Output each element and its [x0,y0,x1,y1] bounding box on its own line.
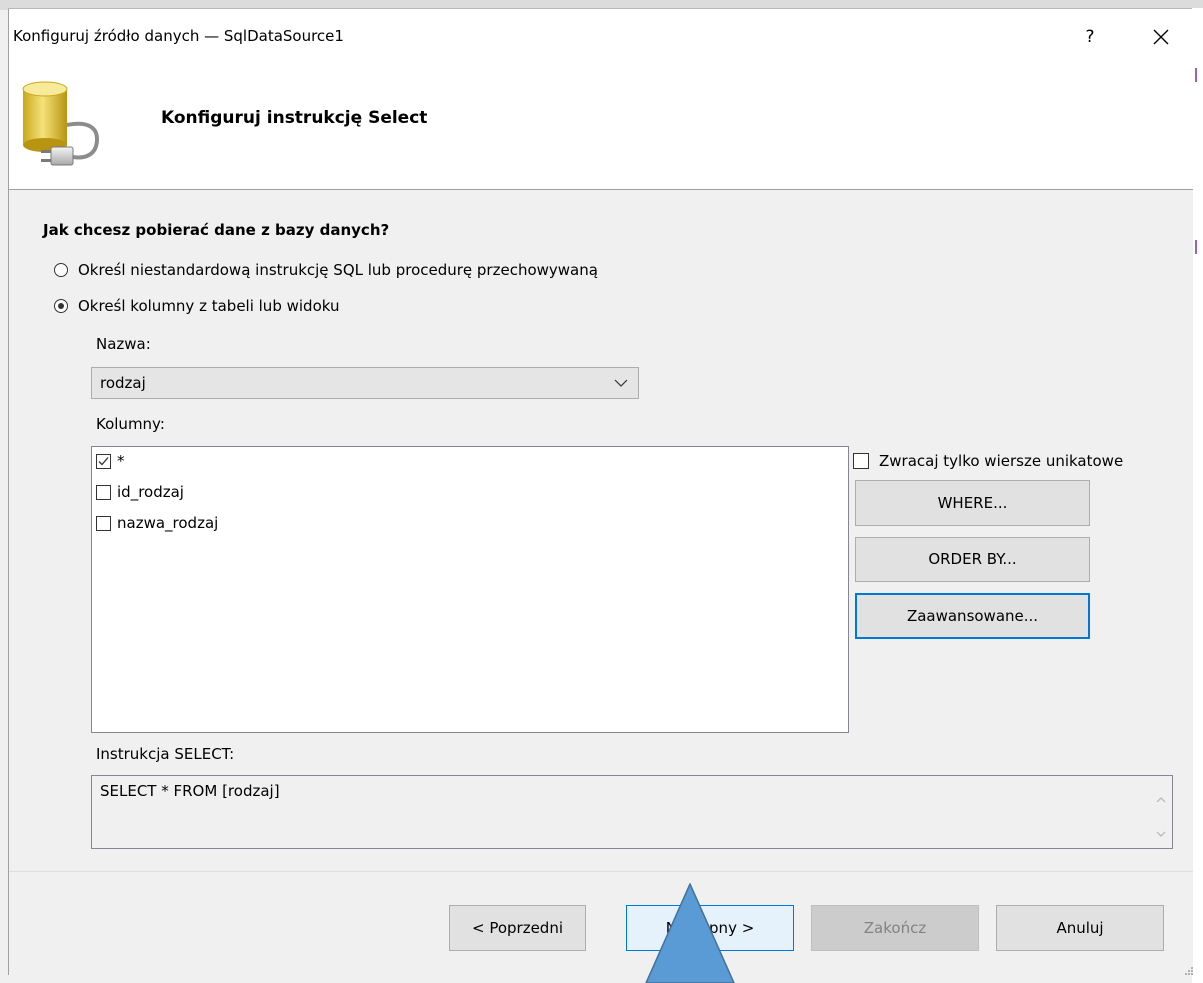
column-name: nazwa_rodzaj [117,514,219,532]
table-name-value: rodzaj [100,374,146,392]
column-item-star[interactable]: * [96,449,125,473]
columns-list[interactable]: * id_rodzaj nazwa_rodzaj [91,446,849,733]
previous-button[interactable]: < Poprzedni [449,905,586,951]
table-name-dropdown[interactable]: rodzaj [91,367,639,399]
column-item-nazwa-rodzaj[interactable]: nazwa_rodzaj [96,511,218,535]
finish-button[interactable]: Zakończ [811,905,979,951]
chevron-down-icon [614,379,628,387]
name-label: Nazwa: [96,335,151,353]
columns-label: Kolumny: [96,415,165,433]
pointer-arrow-icon [645,883,735,983]
page-heading: Konfiguruj instrukcję Select [161,108,428,128]
order-by-button[interactable]: ORDER BY... [855,537,1090,582]
wizard-header: Konfiguruj instrukcję Select [9,57,1193,190]
select-statement-box[interactable]: SELECT * FROM [rodzaj] [91,775,1173,849]
select-statement-scrollbar[interactable] [1150,776,1172,848]
select-statement-label: Instrukcja SELECT: [96,745,235,763]
where-button[interactable]: WHERE... [855,480,1090,526]
resize-grip-icon[interactable] [1184,966,1194,976]
advanced-button[interactable]: Zaawansowane... [855,593,1090,639]
dialog-title: Konfiguruj źródło danych — SqlDataSource… [13,27,344,45]
window: Konfiguruj źródło danych — SqlDataSource… [0,0,1203,983]
select-statement-text: SELECT * FROM [rodzaj] [100,782,280,800]
unique-rows-option[interactable]: Zwracaj tylko wiersze unikatowe [853,449,1123,473]
unique-rows-label: Zwracaj tylko wiersze unikatowe [879,452,1124,470]
column-name: id_rodzaj [117,483,184,501]
cancel-button[interactable]: Anuluj [996,905,1164,951]
column-name: * [117,452,125,470]
column-checkbox[interactable] [96,515,111,531]
custom-sql-option-label: Określ niestandardową instrukcję SQL lub… [78,261,598,279]
radio-button-selected[interactable] [54,299,68,313]
unique-rows-checkbox[interactable] [853,453,869,469]
check-icon [98,456,109,465]
scroll-down-icon [1156,831,1166,837]
help-button[interactable]: ? [1065,17,1115,57]
configure-data-source-dialog: Konfiguruj źródło danych — SqlDataSource… [8,9,1193,975]
close-icon [1153,29,1169,45]
scroll-up-icon [1156,797,1166,803]
column-checkbox-checked[interactable] [96,453,111,469]
columns-option[interactable]: Określ kolumny z tabeli lub widoku [54,294,339,318]
title-bar: Konfiguruj źródło danych — SqlDataSource… [9,9,1193,57]
column-checkbox[interactable] [96,484,111,500]
database-plug-icon [22,81,100,166]
data-retrieval-question: Jak chcesz pobierać dane z bazy danych? [43,221,390,239]
column-item-id-rodzaj[interactable]: id_rodzaj [96,480,184,504]
radio-button[interactable] [54,263,68,277]
footer-divider [9,871,1193,872]
columns-option-label: Określ kolumny z tabeli lub widoku [78,297,340,315]
background-window-edge [1192,8,1203,983]
close-button[interactable] [1133,17,1189,57]
custom-sql-option[interactable]: Określ niestandardową instrukcję SQL lub… [54,258,598,282]
